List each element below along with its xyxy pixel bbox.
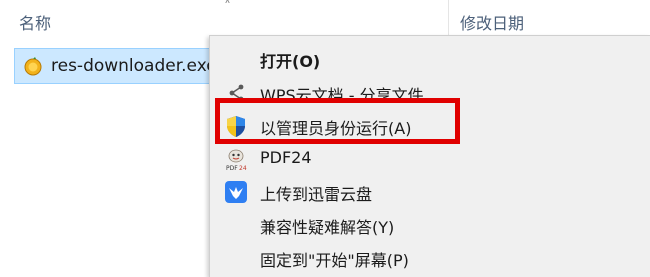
menu-item-pin-to-start[interactable]: 固定到"开始"屏幕(P) [210,241,650,275]
menu-item-label: 固定到"开始"屏幕(P) [260,251,409,270]
menu-item-open[interactable]: 打开(O) [210,42,650,76]
column-divider[interactable] [448,0,449,40]
menu-item-label: 打开(O) [260,52,321,71]
svg-text:PDF: PDF [226,165,238,171]
menu-item-thunder-upload[interactable]: 上传到迅雷云盘 [210,175,650,209]
svg-text:24: 24 [239,165,247,171]
menu-item-label: 兼容性疑难解答(Y) [260,218,395,237]
file-name: res-downloader.exe [51,56,217,76]
thunder-cloud-icon [225,181,247,203]
menu-item-compat-troubleshoot[interactable]: 兼容性疑难解答(Y) [210,208,650,242]
menu-item-run-as-admin[interactable]: 以管理员身份运行(A) [210,109,650,143]
menu-item-label: 上传到迅雷云盘 [260,185,373,204]
menu-item-label: PDF24 [260,148,312,167]
uac-shield-icon [227,116,245,137]
pdf24-icon: PDF 24 [226,149,247,171]
column-name-header[interactable]: 名称 [19,10,51,34]
exe-app-icon [24,57,42,76]
context-menu: 打开(O) WPS云文档 - 分享文件 以管理员身份运行(A) PDF 24 P… [209,35,650,277]
menu-item-label: 以管理员身份运行(A) [260,119,412,138]
menu-item-label: WPS云文档 - 分享文件 [260,86,424,105]
column-header: 名称 ˄ 修改日期 [0,0,650,40]
menu-item-pdf24[interactable]: PDF 24 PDF24 [210,142,650,176]
sort-ascending-icon: ˄ [224,0,231,15]
menu-item-wps-share[interactable]: WPS云文档 - 分享文件 [210,76,650,110]
share-icon [229,84,244,102]
column-modified-header[interactable]: 修改日期 [460,10,524,34]
